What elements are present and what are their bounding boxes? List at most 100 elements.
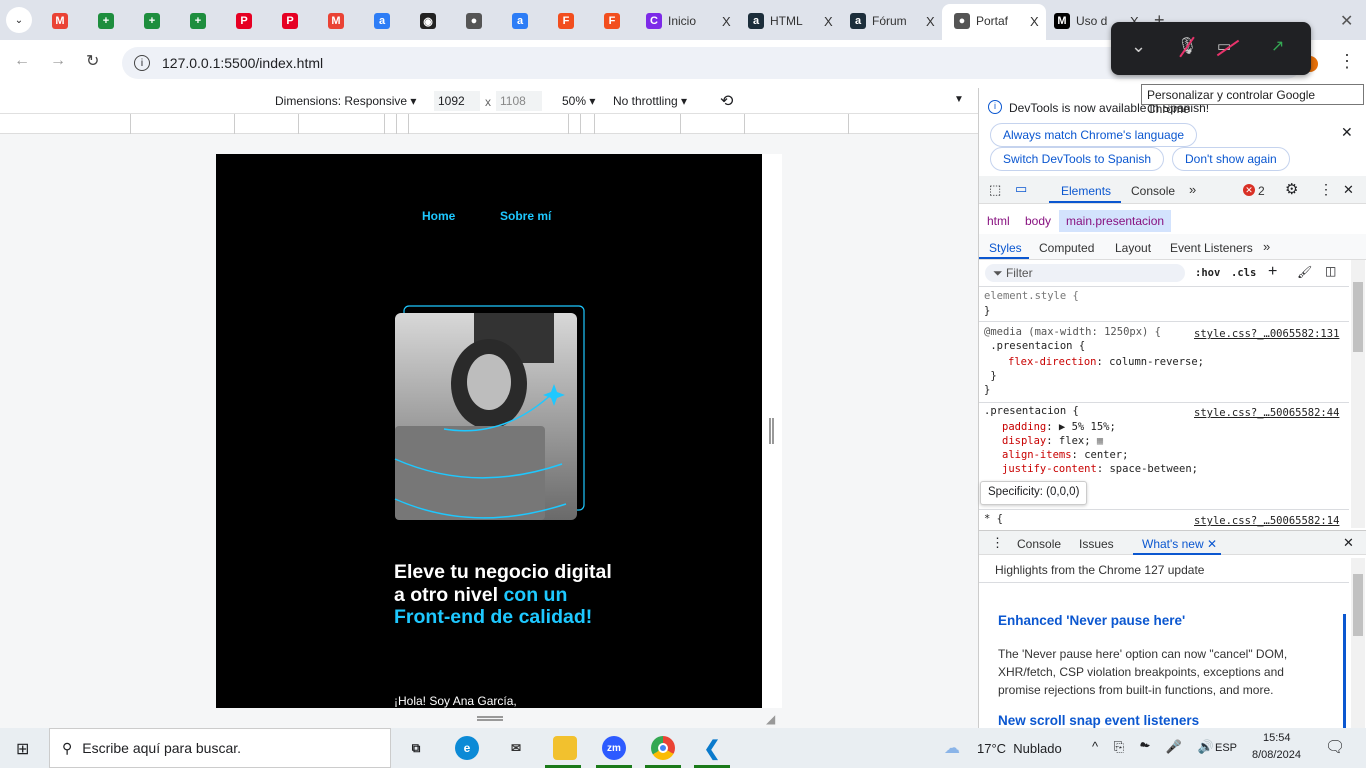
system-tray-icons[interactable]: ^ ⎘ ☁ 🎤 🔊 [1092, 739, 1220, 755]
sidebar-toggle-icon[interactable]: ◫ [1325, 264, 1336, 278]
drawer-tab-console[interactable]: Console [1017, 537, 1061, 551]
browser-tab[interactable]: a [374, 8, 390, 34]
drawer-tab-issues[interactable]: Issues [1079, 537, 1114, 551]
settings-icon[interactable]: ⚙ [1285, 180, 1298, 198]
forward-icon[interactable]: → [50, 52, 66, 70]
property-name[interactable]: justify-content [1002, 463, 1097, 475]
switch-to-spanish-button[interactable]: Switch DevTools to Spanish [990, 147, 1165, 171]
throttling-select[interactable]: No throttling ▾ [613, 94, 687, 108]
mic-muted-icon[interactable]: 🎙 [1177, 36, 1197, 58]
property-name[interactable]: padding [1002, 421, 1046, 433]
always-match-language-button[interactable]: Always match Chrome's language [990, 123, 1198, 147]
clock-time[interactable]: 15:54 [1263, 732, 1291, 744]
edge-icon[interactable]: e [455, 736, 479, 760]
task-view-icon[interactable]: ⧉ [404, 736, 428, 760]
language-indicator[interactable]: ESP [1215, 742, 1237, 754]
collapse-chevron-icon[interactable]: ⌄ [1131, 36, 1146, 57]
browser-tab[interactable]: F [558, 8, 574, 34]
paint-brush-icon[interactable]: 🖌 [1297, 265, 1312, 279]
tab-console[interactable]: Console [1131, 184, 1175, 198]
menu-icon[interactable]: ⋮ [1338, 51, 1356, 72]
resize-handle-bottom[interactable] [477, 716, 503, 721]
device-toggle-icon[interactable]: ▭ [1015, 181, 1027, 197]
article-title-link[interactable]: Enhanced 'Never pause here' [998, 613, 1185, 628]
browser-tab[interactable]: a HTML X [748, 8, 833, 34]
css-property[interactable]: display: flex; ▦ [1002, 435, 1103, 447]
browser-tab[interactable]: M [52, 8, 68, 34]
window-close-button[interactable]: ✕ [1340, 11, 1353, 31]
css-property[interactable]: justify-content: space-between; [1002, 463, 1198, 475]
close-drawer-icon[interactable]: ✕ [1343, 535, 1354, 551]
error-count[interactable]: 2 [1258, 184, 1265, 198]
error-icon[interactable]: ✕ [1243, 184, 1255, 196]
more-subtabs-icon[interactable]: » [1263, 239, 1270, 254]
element-style-rule[interactable]: element.style { [984, 290, 1079, 302]
drawer-menu-icon[interactable]: ⋮ [991, 535, 1004, 551]
css-property[interactable]: align-items: center; [1002, 449, 1128, 461]
browser-tab[interactable]: a [512, 8, 528, 34]
browser-tab[interactable]: M [328, 8, 344, 34]
tab-event-listeners[interactable]: Event Listeners [1170, 241, 1253, 255]
source-link[interactable]: style.css?_…0065582:131 [1194, 328, 1339, 340]
windows-start-icon[interactable]: ⊞ [16, 739, 29, 759]
rule-selector[interactable]: .presentacion { [984, 340, 1085, 352]
styles-filter-input[interactable]: ⏷ Filter [985, 264, 1185, 282]
hov-button[interactable]: :hov [1195, 267, 1220, 279]
browser-tab[interactable]: a Fórum X [850, 8, 935, 34]
browser-tab[interactable]: + [190, 8, 206, 34]
breadcrumb-body[interactable]: body [1025, 214, 1051, 228]
more-options-icon[interactable]: ▼ [954, 94, 964, 105]
styles-scrollbar[interactable] [1351, 260, 1365, 528]
dimensions-select[interactable]: Dimensions: Responsive ▾ [275, 94, 416, 108]
notifications-icon[interactable]: 🗨 [1325, 737, 1345, 757]
property-name[interactable]: align-items [1002, 449, 1072, 461]
property-value[interactable]: ▶ 5% 15%; [1059, 421, 1116, 433]
close-tab-icon[interactable]: ✕ [1207, 537, 1217, 551]
vscode-icon[interactable]: ❮ [700, 736, 724, 760]
reload-icon[interactable]: ↻ [86, 51, 99, 71]
width-input[interactable]: 1092 [434, 91, 480, 111]
css-property[interactable]: padding: ▶ 5% 15%; [1002, 421, 1116, 433]
nav-link-sobre-mi[interactable]: Sobre mí [500, 209, 551, 223]
rotate-icon[interactable]: ⟲ [720, 91, 733, 111]
dont-show-again-button[interactable]: Don't show again [1172, 147, 1290, 171]
rule-selector[interactable]: .presentacion { [984, 405, 1079, 417]
resize-handle-right[interactable] [769, 418, 774, 444]
close-devtools-icon[interactable]: ✕ [1343, 182, 1354, 198]
drawer-tab-whats-new[interactable]: What's new ✕ [1142, 537, 1217, 551]
site-info-icon[interactable]: i [134, 55, 150, 71]
share-screen-icon[interactable]: ↗ [1271, 36, 1284, 56]
property-name[interactable]: flex-direction [1008, 356, 1097, 368]
media-query-ruler[interactable] [0, 114, 978, 134]
browser-tab[interactable]: F [604, 8, 620, 34]
camera-off-icon[interactable]: ▭ [1216, 37, 1240, 57]
close-tab-icon[interactable]: X [824, 14, 833, 29]
close-banner-icon[interactable]: ✕ [1341, 124, 1353, 141]
source-link[interactable]: style.css?_…50065582:44 [1194, 407, 1339, 419]
resize-handle-corner[interactable]: ◢ [766, 712, 775, 726]
zoom-select[interactable]: 50% ▾ [562, 94, 595, 108]
tab-styles[interactable]: Styles [989, 241, 1022, 255]
file-explorer-icon[interactable] [553, 736, 577, 760]
taskbar-search-input[interactable]: ⚲ Escribe aquí para buscar. [49, 728, 391, 768]
new-rule-icon[interactable]: + [1268, 263, 1277, 281]
clock-date[interactable]: 8/08/2024 [1252, 749, 1301, 761]
weather-text[interactable]: 17°C Nublado [977, 741, 1062, 756]
browser-tab[interactable]: C Inicio X [646, 8, 731, 34]
close-tab-icon[interactable]: X [926, 14, 935, 29]
article2-title-link[interactable]: New scroll snap event listeners [998, 713, 1199, 728]
close-tab-icon[interactable]: X [1030, 14, 1039, 29]
browser-tab[interactable]: ● [466, 8, 482, 34]
zoom-icon[interactable]: zm [602, 736, 626, 760]
more-tabs-icon[interactable]: » [1189, 182, 1196, 197]
close-tab-icon[interactable]: X [722, 14, 731, 29]
property-name[interactable]: display [1002, 435, 1046, 447]
url-text[interactable]: 127.0.0.1:5500/index.html [162, 55, 323, 71]
browser-tab[interactable]: ● Portaf X [954, 8, 1039, 34]
property-value[interactable]: space-between; [1109, 463, 1198, 475]
browser-tab[interactable]: + [144, 8, 160, 34]
browser-tab[interactable]: ◉ [420, 8, 436, 34]
property-value[interactable]: center; [1084, 449, 1128, 461]
browser-tab[interactable]: P [236, 8, 252, 34]
height-input[interactable]: 1108 [496, 91, 542, 111]
